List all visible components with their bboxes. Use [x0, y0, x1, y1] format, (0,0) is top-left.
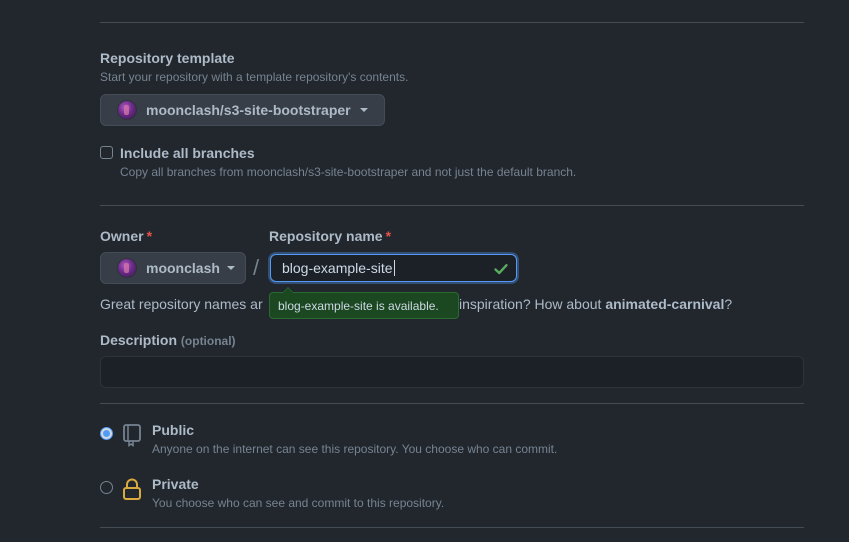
include-branches-checkbox[interactable] [100, 146, 113, 159]
template-avatar [117, 100, 137, 120]
include-branches-description: Copy all branches from moonclash/s3-site… [120, 165, 577, 179]
private-radio[interactable] [100, 481, 113, 494]
public-radio[interactable] [100, 427, 113, 440]
template-select-button[interactable]: moonclash/s3-site-bootstraper [100, 94, 385, 126]
repo-name-value: blog-example-site [282, 260, 393, 276]
lock-icon [123, 478, 141, 500]
owner-repo-separator: / [253, 255, 260, 280]
public-title[interactable]: Public [152, 422, 194, 438]
private-title[interactable]: Private [152, 476, 199, 492]
suggested-name-link[interactable]: animated-carnival [605, 296, 724, 312]
owner-required-mark: * [146, 228, 153, 244]
owner-select-label: moonclash [146, 260, 220, 276]
repo-name-input[interactable]: blog-example-site [270, 254, 517, 282]
name-suggestion: Great repository names ar [100, 296, 263, 312]
description-optional: (optional) [180, 334, 236, 348]
name-suggestion-tail: inspiration? How about animated-carnival… [459, 296, 732, 312]
description-label-text: Description [100, 332, 178, 348]
availability-tooltip: blog-example-site is available. [269, 287, 459, 319]
chevron-down-icon [226, 266, 235, 270]
template-select-label: moonclash/s3-site-bootstraper [146, 102, 351, 118]
owner-select-button[interactable]: moonclash [100, 252, 246, 284]
text-cursor [393, 260, 395, 276]
description-input[interactable] [100, 356, 804, 388]
section-divider-3 [100, 527, 804, 528]
suggestion-middle: inspiration? How about [459, 296, 606, 312]
top-divider [100, 22, 804, 23]
description-label: Description (optional) [100, 332, 236, 348]
template-label: Repository template [100, 50, 235, 66]
public-description: Anyone on the internet can see this repo… [152, 442, 558, 456]
section-divider-1 [100, 205, 804, 206]
repo-icon [123, 424, 141, 447]
availability-text: blog-example-site is available. [278, 298, 439, 313]
suggestion-suffix: ? [724, 296, 733, 312]
template-description: Start your repository with a template re… [100, 70, 409, 84]
repo-name-label-text: Repository name [269, 228, 383, 244]
chevron-down-icon [359, 108, 368, 112]
section-divider-2 [100, 403, 804, 404]
suggestion-prefix: Great repository names ar [100, 296, 263, 312]
check-icon [494, 264, 508, 275]
owner-avatar [117, 258, 137, 278]
owner-label-text: Owner [100, 228, 144, 244]
owner-label: Owner * [100, 228, 152, 244]
repo-name-required-mark: * [385, 228, 392, 244]
include-branches-label[interactable]: Include all branches [120, 145, 255, 161]
repo-name-label: Repository name * [269, 228, 391, 244]
private-description: You choose who can see and commit to thi… [152, 496, 445, 510]
